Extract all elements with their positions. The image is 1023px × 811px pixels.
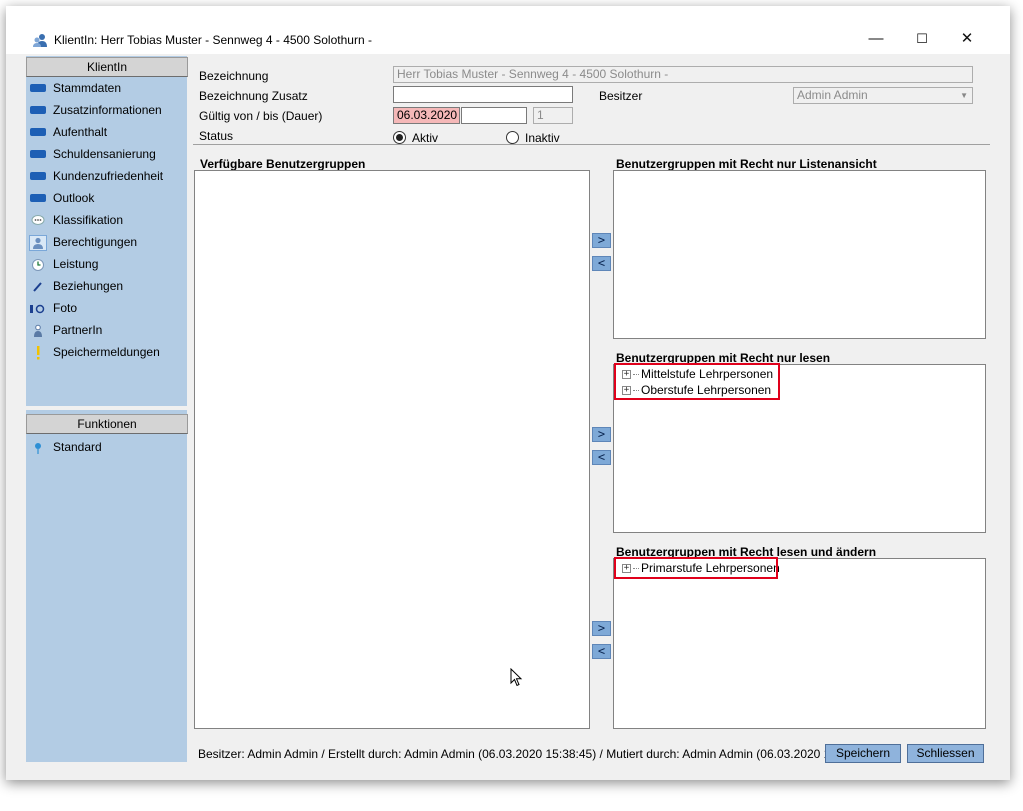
client-area: KlientIn Stammdaten Zusatzinformationen … bbox=[26, 56, 990, 764]
pin-icon bbox=[30, 441, 46, 455]
card-icon bbox=[30, 127, 46, 136]
besitzer-value: Admin Admin bbox=[797, 88, 868, 102]
card-icon bbox=[30, 83, 46, 92]
sidebar-item-speichermeldungen[interactable]: Speichermeldungen bbox=[30, 342, 160, 362]
chevron-down-icon: ▼ bbox=[960, 91, 968, 100]
dauer-field[interactable]: 1 bbox=[533, 107, 573, 124]
add-to-write-button[interactable]: > bbox=[592, 621, 611, 636]
mouse-cursor-icon bbox=[510, 668, 523, 687]
sidebar-item-partnerin[interactable]: PartnerIn bbox=[30, 320, 102, 340]
remove-from-write-button[interactable]: < bbox=[592, 644, 611, 659]
window-title: KlientIn: Herr Tobias Muster - Sennweg 4… bbox=[54, 33, 372, 47]
person-icon bbox=[30, 324, 46, 338]
available-groups-title: Verfügbare Benutzergruppen bbox=[200, 157, 366, 171]
card-icon bbox=[30, 105, 46, 114]
besitzer-select[interactable]: Admin Admin ▼ bbox=[793, 87, 973, 104]
minimize-button[interactable]: — bbox=[865, 28, 887, 50]
write-groups-highlight bbox=[614, 557, 778, 579]
remove-from-read-button[interactable]: < bbox=[592, 450, 611, 465]
write-groups-list[interactable]: + Primarstufe Lehrpersonen bbox=[613, 558, 986, 729]
sidebar-item-stammdaten[interactable]: Stammdaten bbox=[30, 78, 121, 98]
title-bar: KlientIn: Herr Tobias Muster - Sennweg 4… bbox=[6, 6, 1010, 54]
sidebar: KlientIn Stammdaten Zusatzinformationen … bbox=[26, 56, 188, 762]
available-groups-list[interactable] bbox=[194, 170, 590, 729]
bezeichnung-label: Bezeichnung bbox=[199, 69, 269, 83]
list-view-groups-title: Benutzergruppen mit Recht nur Listenansi… bbox=[616, 157, 877, 171]
sidebar-item-foto[interactable]: Foto bbox=[30, 298, 77, 318]
function-item-standard[interactable]: Standard bbox=[30, 437, 102, 457]
add-to-read-button[interactable]: > bbox=[592, 427, 611, 442]
sidebar-item-klassifikation[interactable]: Klassifikation bbox=[30, 210, 123, 230]
read-groups-highlight bbox=[614, 363, 780, 400]
clock-icon bbox=[30, 258, 46, 272]
bezeichnung-field[interactable]: Herr Tobias Muster - Sennweg 4 - 4500 So… bbox=[393, 66, 973, 83]
sidebar-item-outlook[interactable]: Outlook bbox=[30, 188, 94, 208]
sidebar-item-beziehungen[interactable]: Beziehungen bbox=[30, 276, 123, 296]
gueltig-von-field[interactable]: 06.03.2020 bbox=[393, 107, 460, 124]
gueltig-bis-field[interactable] bbox=[461, 107, 527, 124]
pencil-icon bbox=[30, 280, 46, 294]
remove-from-list-view-button[interactable]: < bbox=[592, 256, 611, 271]
card-icon bbox=[30, 171, 46, 180]
close-button[interactable]: Schliessen bbox=[907, 744, 984, 763]
sidebar-item-berechtigungen[interactable]: Berechtigungen bbox=[29, 232, 137, 252]
besitzer-label: Besitzer bbox=[599, 89, 643, 103]
status-inaktiv-label[interactable]: Inaktiv bbox=[525, 131, 560, 145]
close-window-button[interactable]: ✕ bbox=[956, 28, 978, 50]
save-button[interactable]: Speichern bbox=[825, 744, 901, 763]
card-icon bbox=[30, 149, 46, 158]
user-app-icon bbox=[33, 34, 47, 47]
sidebar-item-schuldensanierung[interactable]: Schuldensanierung bbox=[30, 144, 156, 164]
exclamation-icon bbox=[30, 345, 46, 360]
add-to-list-view-button[interactable]: > bbox=[592, 233, 611, 248]
status-aktiv-label[interactable]: Aktiv bbox=[412, 131, 438, 145]
gueltig-label: Gültig von / bis (Dauer) bbox=[199, 109, 323, 123]
status-aktiv-radio[interactable] bbox=[393, 131, 406, 144]
sidebar-header-funktionen[interactable]: Funktionen bbox=[26, 414, 188, 434]
sidebar-item-leistung[interactable]: Leistung bbox=[30, 254, 98, 274]
sidebar-divider bbox=[26, 406, 187, 410]
sidebar-header-klientin[interactable]: KlientIn bbox=[26, 57, 188, 77]
status-bar-text: Besitzer: Admin Admin / Erstellt durch: … bbox=[198, 747, 875, 761]
bezeichnung-zusatz-label: Bezeichnung Zusatz bbox=[199, 89, 308, 103]
chat-icon bbox=[30, 214, 46, 228]
card-icon bbox=[30, 193, 46, 202]
header-separator bbox=[193, 144, 990, 145]
sidebar-item-aufenthalt[interactable]: Aufenthalt bbox=[30, 122, 107, 142]
klient-window: KlientIn: Herr Tobias Muster - Sennweg 4… bbox=[6, 6, 1010, 780]
camera-icon bbox=[30, 302, 46, 316]
status-label: Status bbox=[199, 129, 234, 143]
status-inaktiv-radio[interactable] bbox=[506, 131, 519, 144]
sidebar-item-kundenzufriedenheit[interactable]: Kundenzufriedenheit bbox=[30, 166, 163, 186]
bezeichnung-zusatz-field[interactable] bbox=[393, 86, 573, 103]
sidebar-item-zusatzinformationen[interactable]: Zusatzinformationen bbox=[30, 100, 162, 120]
list-view-groups-list[interactable] bbox=[613, 170, 986, 339]
maximize-button[interactable]: ☐ bbox=[911, 28, 933, 50]
user-icon bbox=[29, 234, 47, 251]
